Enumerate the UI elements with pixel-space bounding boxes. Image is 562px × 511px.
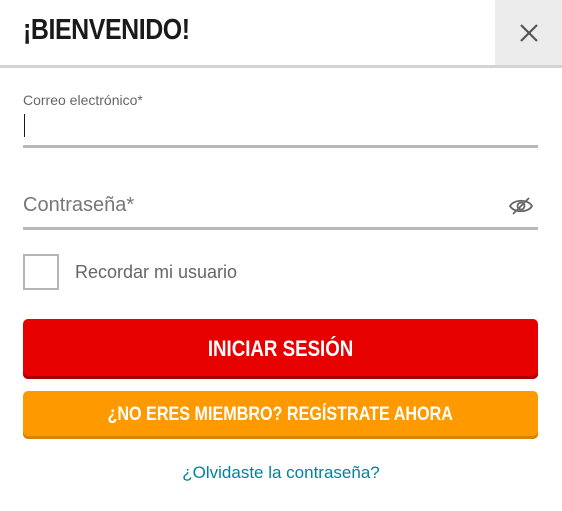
register-button[interactable]: ¿NO ERES MIEMBRO? REGÍSTRATE AHORA bbox=[23, 391, 538, 439]
eye-slash-icon bbox=[508, 197, 534, 215]
password-field bbox=[23, 180, 538, 230]
remember-label[interactable]: Recordar mi usuario bbox=[75, 262, 237, 283]
login-button-label: INICIAR SESIÓN bbox=[207, 336, 354, 361]
close-icon bbox=[519, 23, 538, 42]
login-button[interactable]: INICIAR SESIÓN bbox=[23, 319, 538, 379]
login-modal: ¡BIENVENIDO! Correo electrónico* Recorda… bbox=[0, 0, 562, 511]
toggle-password-visibility-button[interactable] bbox=[506, 194, 536, 218]
email-field: Correo electrónico* bbox=[23, 88, 538, 148]
email-label: Correo electrónico* bbox=[23, 92, 143, 108]
modal-title: ¡BIENVENIDO! bbox=[23, 14, 190, 46]
email-input[interactable] bbox=[23, 112, 513, 142]
password-input[interactable] bbox=[23, 188, 483, 222]
forgot-password-link[interactable]: ¿Olvidaste la contraseña? bbox=[0, 463, 562, 483]
close-button[interactable] bbox=[495, 0, 562, 65]
remember-me: Recordar mi usuario bbox=[23, 253, 237, 291]
remember-checkbox[interactable] bbox=[23, 254, 59, 290]
register-button-label: ¿NO ERES MIEMBRO? REGÍSTRATE AHORA bbox=[107, 404, 454, 425]
text-cursor bbox=[24, 114, 25, 137]
modal-header: ¡BIENVENIDO! bbox=[0, 0, 562, 68]
